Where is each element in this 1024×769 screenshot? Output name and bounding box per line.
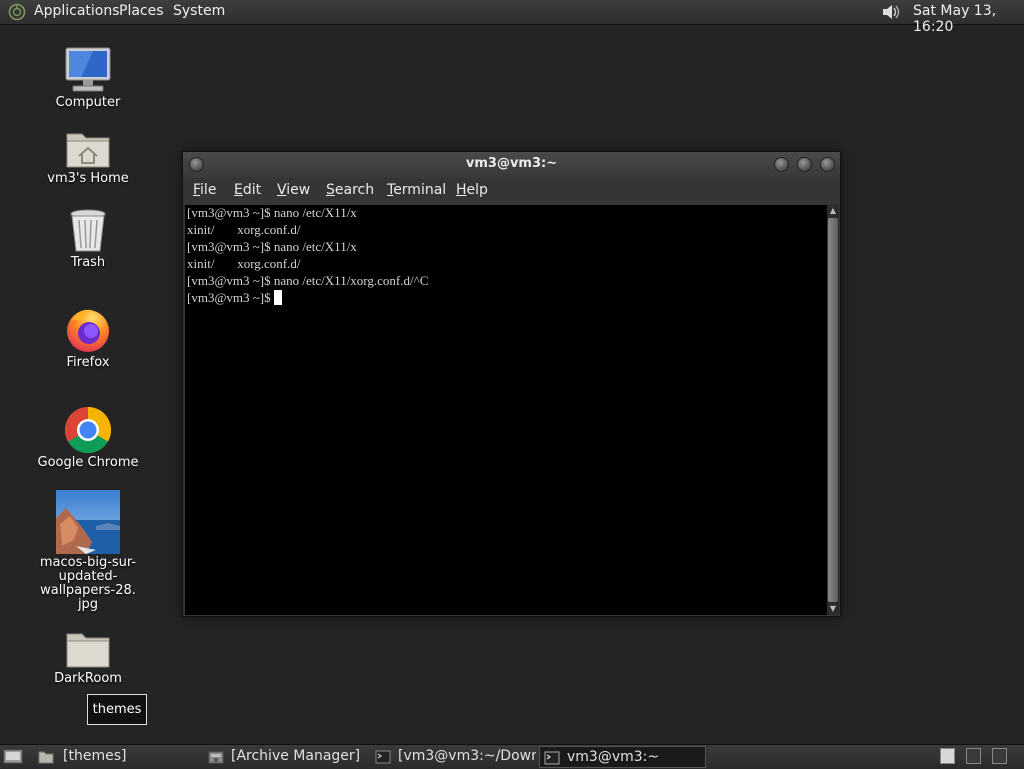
taskbar-item-archive-manager[interactable]: [Archive Manager]	[203, 746, 363, 768]
desktop-icon-label-line: jpg	[77, 597, 99, 612]
distro-logo-icon[interactable]	[7, 3, 27, 25]
workspace-2[interactable]	[966, 748, 981, 764]
folder-icon	[38, 751, 54, 764]
scroll-down-arrow-icon[interactable]: ▼	[828, 604, 838, 614]
scrollbar-thumb[interactable]	[828, 218, 838, 602]
terminal-prompt-line[interactable]: [vm3@vm3 ~]$	[187, 290, 282, 307]
desktop-icon-label: Firefox	[66, 355, 110, 370]
minimize-button[interactable]	[774, 157, 789, 172]
terminal-output[interactable]: [vm3@vm3 ~]$ nano /etc/X11/x xinit/ xorg…	[185, 205, 827, 615]
desktop-icon-darkroom[interactable]: DarkRoom	[28, 628, 148, 686]
taskbar-item-label: [vm3@vm3:~/Downl...	[398, 748, 536, 764]
menu-help[interactable]: Help	[456, 182, 488, 198]
menu-edit[interactable]: Edit	[234, 182, 261, 198]
scroll-up-arrow-icon[interactable]: ▲	[828, 206, 838, 216]
taskbar-item-label: [themes]	[63, 748, 127, 764]
desktop-icon-trash[interactable]: Trash	[28, 208, 148, 270]
desktop-icon-chrome[interactable]: Google Chrome	[28, 406, 148, 470]
terminal-prompt: [vm3@vm3 ~]$	[187, 290, 274, 305]
taskbar-item-label: [Archive Manager]	[231, 748, 361, 764]
close-button[interactable]	[820, 157, 835, 172]
desktop-icon-label: DarkRoom	[54, 671, 122, 686]
desktop-icon-home[interactable]: vm3's Home	[28, 128, 148, 186]
terminal-scrollbar[interactable]: ▲ ▼	[827, 205, 839, 615]
taskbar-item-terminal-active[interactable]: vm3@vm3:~	[539, 746, 706, 768]
image-thumbnail-icon	[56, 490, 120, 554]
bottom-panel: [themes] [Archive Manager] [vm3@vm3:~/Do…	[0, 744, 1024, 769]
desktop-icon-wallpaper[interactable]: macos-big-sur- updated-wallpapers-28. jp…	[28, 490, 148, 612]
terminal-line: [vm3@vm3 ~]$ nano /etc/X11/xorg.conf.d/^…	[187, 273, 429, 288]
volume-icon[interactable]	[880, 2, 902, 26]
taskbar-item-label: vm3@vm3:~	[567, 749, 660, 765]
clock[interactable]: Sat May 13, 16:20	[913, 3, 1024, 35]
terminal-line: xinit/ xorg.conf.d/	[187, 256, 301, 271]
firefox-icon	[67, 309, 109, 352]
menu-file[interactable]: File	[193, 182, 216, 198]
text-cursor	[273, 290, 282, 305]
menu-search[interactable]: Search	[326, 182, 374, 198]
taskbar-item-themes[interactable]: [themes]	[34, 746, 194, 768]
desktop-icon-label: vm3's Home	[47, 171, 129, 186]
terminal-line: [vm3@vm3 ~]$ nano /etc/X11/x	[187, 239, 357, 254]
workspace-3[interactable]	[992, 748, 1007, 764]
desktop-icon-label-line: updated-wallpapers-28.	[40, 569, 136, 598]
menu-view[interactable]: View	[277, 182, 310, 198]
taskbar-item-terminal-downloads[interactable]: [vm3@vm3:~/Downl...	[371, 746, 536, 768]
terminal-icon	[544, 751, 560, 765]
workspace-1[interactable]	[940, 748, 955, 764]
terminal-window[interactable]: vm3@vm3:~ File Edit View Search Terminal…	[182, 151, 841, 617]
top-panel: Applications Places System Sat May 13, 1…	[0, 0, 1024, 35]
menu-applications[interactable]: Applications	[34, 3, 120, 19]
archive-manager-icon	[208, 751, 224, 764]
computer-icon	[65, 47, 111, 92]
desktop-icon-label: Computer	[55, 95, 121, 110]
maximize-button[interactable]	[797, 157, 812, 172]
trash-icon	[70, 209, 106, 252]
window-title: vm3@vm3:~	[465, 156, 558, 171]
menu-places[interactable]: Places	[119, 3, 164, 19]
desktop-icon-label: Google Chrome	[37, 455, 139, 470]
terminal-icon	[375, 750, 391, 764]
desktop-icon-firefox[interactable]: Firefox	[28, 306, 148, 370]
show-desktop-icon[interactable]	[3, 748, 23, 769]
home-folder-icon	[66, 133, 110, 168]
window-titlebar[interactable]: vm3@vm3:~	[183, 152, 840, 178]
terminal-menubar: File Edit View Search Terminal Help	[183, 178, 840, 204]
chrome-icon	[64, 406, 112, 454]
menu-system[interactable]: System	[173, 3, 225, 19]
menu-terminal[interactable]: Terminal	[387, 182, 446, 198]
tooltip: themes	[87, 694, 147, 725]
desktop-icon-label: Trash	[70, 255, 106, 270]
desktop-icon-label-line: macos-big-sur-	[39, 555, 137, 570]
terminal-line: [vm3@vm3 ~]$ nano /etc/X11/x	[187, 205, 357, 220]
desktop-icon-computer[interactable]: Computer	[28, 46, 148, 110]
terminal-line: xinit/ xorg.conf.d/	[187, 222, 301, 237]
folder-icon	[66, 633, 110, 668]
